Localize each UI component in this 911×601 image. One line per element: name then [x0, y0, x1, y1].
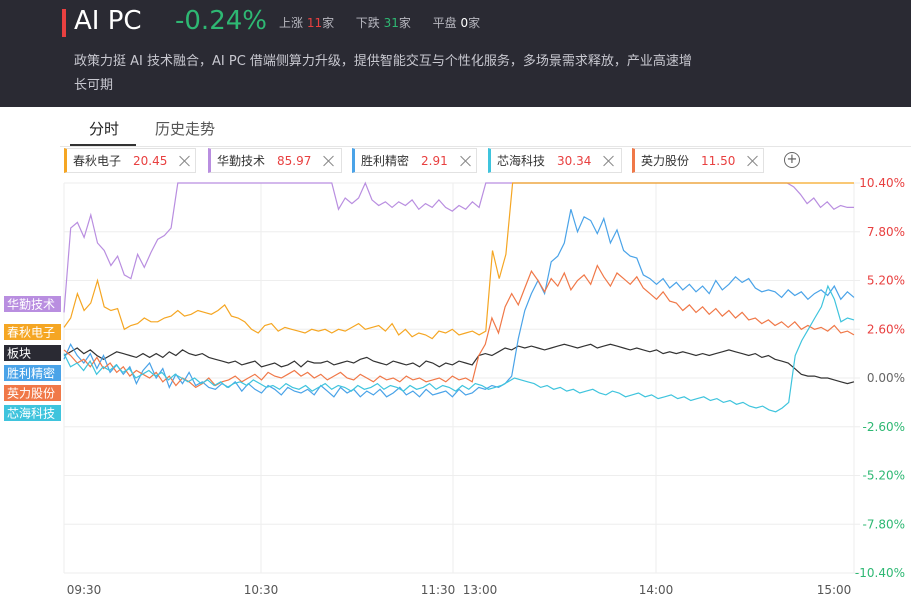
x-tick-label: 09:30 [67, 583, 102, 597]
series-line [63, 264, 855, 389]
y-tick-label: 5.20% [867, 274, 905, 288]
x-tick-label: 10:30 [244, 583, 279, 597]
series-line [63, 182, 854, 340]
series-label: 春秋电子 [7, 326, 55, 340]
x-tick-label: 15:00 [817, 583, 852, 597]
y-tick-label: 7.80% [867, 225, 905, 239]
x-tick-label: 11:30 [421, 583, 456, 597]
series-label: 芯海科技 [7, 406, 55, 421]
y-tick-label: -7.80% [863, 517, 905, 531]
y-tick-label: -5.20% [863, 469, 905, 483]
series-label: 胜利精密 [7, 366, 55, 381]
series-label: 华勤技术 [7, 298, 55, 312]
y-tick-label: -10.40% [855, 566, 905, 580]
series-line [63, 284, 855, 413]
series-label: 英力股份 [7, 387, 55, 401]
series-line [63, 209, 855, 398]
x-tick-label: 13:00 [463, 583, 498, 597]
y-tick-label: 0.00% [867, 371, 905, 385]
y-tick-label: 10.40% [859, 176, 905, 190]
series-label: 板块 [7, 347, 31, 361]
y-tick-label: -2.60% [863, 420, 905, 434]
intraday-chart: 10.40% 7.80% 5.20% 2.60% 0.00% -2.60% -5.20% -7… [4, 176, 905, 597]
series-line [63, 181, 854, 313]
y-tick-label: 2.60% [867, 322, 905, 336]
x-tick-label: 14:00 [639, 583, 674, 597]
